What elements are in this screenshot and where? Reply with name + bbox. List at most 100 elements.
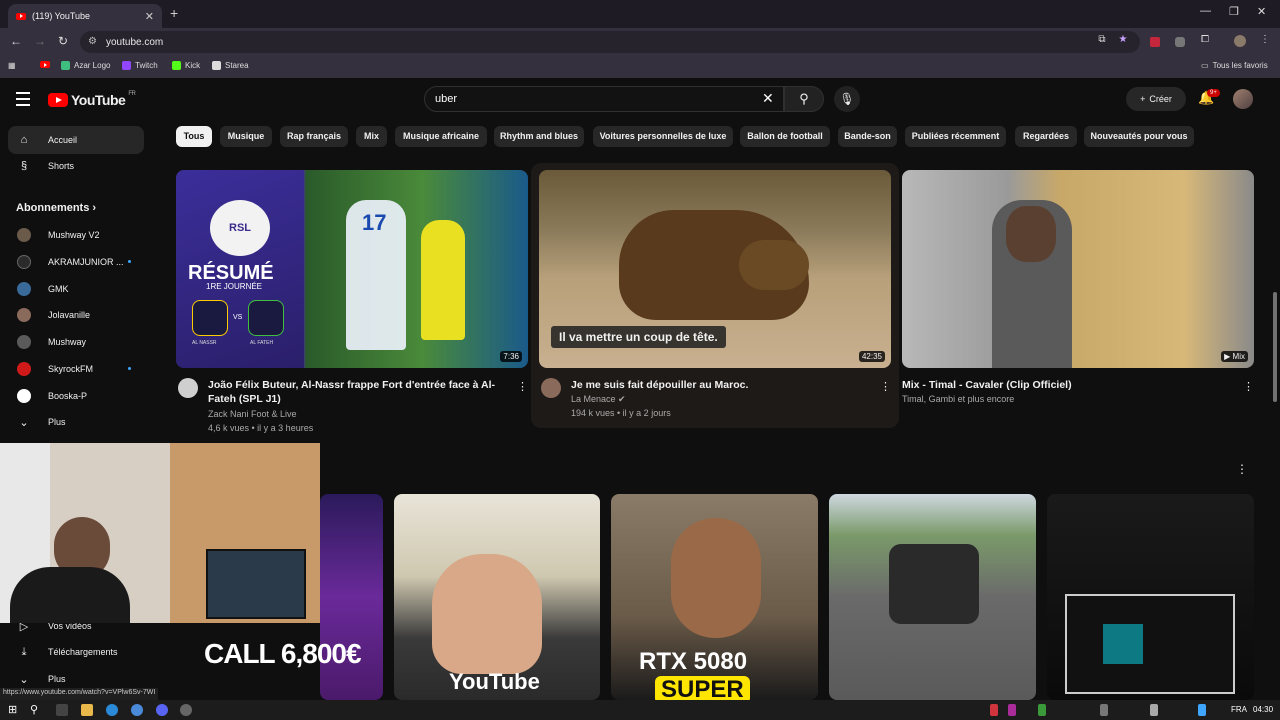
chip[interactable]: Musique africaine — [395, 126, 487, 147]
search-input[interactable]: uber — [424, 86, 784, 112]
tray-icon[interactable] — [1008, 704, 1016, 716]
sidebar-item-more[interactable]: ⌄ Plus — [8, 408, 144, 436]
sidebar-label: SkyrockFM — [48, 364, 93, 374]
short-thumbnail[interactable] — [829, 494, 1036, 700]
scrollbar-thumb[interactable] — [1273, 292, 1277, 402]
sidebar-item-home[interactable]: ⌂ Accueil — [8, 126, 144, 154]
install-app-icon[interactable]: ⧉ — [1095, 34, 1109, 48]
discord-icon[interactable] — [156, 704, 168, 716]
sidebar-item-subscription[interactable]: Mushway — [8, 328, 144, 356]
bluetooth-icon[interactable] — [1198, 704, 1206, 716]
bookmark-starea[interactable]: Starea — [212, 61, 249, 70]
star-icon[interactable]: ★ — [1116, 34, 1130, 48]
extension-icon-2[interactable] — [1175, 37, 1185, 47]
sidebar-item-subscription[interactable]: Jolavanille — [8, 301, 144, 329]
forward-icon[interactable]: → — [34, 34, 46, 48]
sidebar-item-downloads[interactable]: ⤓ Téléchargements — [8, 638, 144, 666]
bookmark-azar[interactable]: Azar Logo — [61, 61, 110, 70]
close-window-icon[interactable]: ✕ — [1257, 5, 1266, 18]
tray-icon[interactable] — [1038, 704, 1046, 716]
channel-name[interactable]: Zack Nani Foot & Live — [208, 407, 297, 421]
chip[interactable]: Nouveautés pour vous — [1084, 126, 1194, 147]
short-thumbnail[interactable]: RTX 5080 SUPER — [611, 494, 818, 700]
channel-name[interactable]: Timal, Gambi et plus encore — [902, 392, 1014, 406]
browser-tab-bar: (119) YouTube ✕ + — ❐ ✕ — [0, 0, 1280, 28]
new-tab-button[interactable]: + — [170, 5, 178, 21]
chip[interactable]: Bande-son — [838, 126, 897, 147]
reload-icon[interactable]: ↻ — [58, 34, 68, 48]
address-bar[interactable]: ⚙ youtube.com — [80, 31, 1140, 53]
youtube-logo[interactable]: YouTube FR — [48, 91, 136, 108]
sidebar-item-subscription[interactable]: Booska-P — [8, 382, 144, 410]
mic-icon[interactable]: 🎙 — [834, 86, 860, 112]
apps-grid-icon[interactable]: ▦ — [8, 61, 16, 70]
video-title[interactable]: Mix - Timal - Cavaler (Clip Officiel) — [902, 378, 1232, 392]
chip[interactable]: Musique — [220, 126, 272, 147]
windows-start-icon[interactable]: ⊞ — [8, 703, 20, 716]
create-button[interactable]: + Créer — [1126, 87, 1186, 111]
kebab-icon[interactable]: ⋮ — [1243, 380, 1254, 393]
clock[interactable]: 04:30 — [1253, 705, 1273, 714]
channel-avatar[interactable] — [178, 378, 198, 398]
minimize-icon[interactable]: — — [1200, 5, 1211, 17]
person-head — [1006, 206, 1056, 262]
short-thumbnail[interactable] — [1047, 494, 1254, 700]
sidebar-item-shorts[interactable]: § Shorts — [8, 152, 144, 180]
browser-menu-icon[interactable]: ⋮ — [1258, 34, 1272, 48]
chip[interactable]: Rhythm and blues — [494, 126, 584, 147]
video-thumbnail[interactable]: Il va mettre un coup de tête. 42:35 — [539, 170, 891, 368]
search-button[interactable]: ⚲ — [784, 86, 824, 112]
chip[interactable]: Ballon de football — [740, 126, 830, 147]
tray-icon[interactable] — [1150, 704, 1158, 716]
search-icon[interactable]: ⚲ — [30, 703, 42, 716]
subscriptions-header[interactable]: Abonnements › — [16, 202, 96, 214]
profile-avatar[interactable] — [1234, 35, 1246, 47]
laptop-screen — [206, 549, 306, 619]
channel-name-row[interactable]: La Menace ✔ — [571, 392, 626, 406]
channel-avatar[interactable] — [541, 378, 561, 398]
sidebar-item-subscription[interactable]: GMK — [8, 275, 144, 303]
chip[interactable]: Regardées — [1015, 126, 1077, 147]
sidebar-item-subscription[interactable]: Mushway V2 — [8, 221, 144, 249]
restore-icon[interactable]: ❐ — [1229, 5, 1239, 18]
menu-icon[interactable] — [16, 92, 30, 110]
back-icon[interactable]: ← — [10, 34, 22, 48]
obs-icon[interactable] — [180, 704, 192, 716]
close-tab-icon[interactable]: ✕ — [145, 10, 154, 23]
all-bookmarks[interactable]: ▭ Tous les favoris — [1201, 61, 1268, 70]
video-title[interactable]: Je me suis fait dépouiller au Maroc. — [571, 378, 876, 392]
taskview-icon[interactable] — [56, 704, 68, 716]
tray-icon[interactable] — [990, 704, 998, 716]
video-title[interactable]: João Félix Buteur, Al-Nassr frappe Fort … — [208, 378, 513, 406]
scrollbar[interactable] — [1270, 122, 1280, 700]
chip[interactable]: Publiées récemment — [905, 126, 1006, 147]
close-icon[interactable]: ✕ — [762, 90, 774, 107]
bookmark-kick[interactable]: Kick — [172, 61, 200, 70]
extensions-puzzle-icon[interactable]: ⧠ — [1198, 34, 1212, 48]
bookmark-youtube[interactable] — [40, 61, 50, 68]
chip[interactable]: Mix — [356, 126, 387, 147]
chip-all[interactable]: Tous — [176, 126, 212, 147]
chrome-icon[interactable] — [131, 704, 143, 716]
sidebar-item-subscription[interactable]: SkyrockFM — [8, 355, 144, 383]
input-language[interactable]: FRA — [1231, 705, 1247, 714]
file-explorer-icon[interactable] — [81, 704, 93, 716]
video-thumbnail[interactable]: RSL RÉSUMÉ 1RE JOURNÉE VS AL NASSR AL FA… — [176, 170, 528, 368]
video-thumbnail[interactable]: ▶ Mix — [902, 170, 1254, 368]
kebab-icon[interactable]: ⋮ — [517, 380, 528, 393]
sidebar-item-subscription[interactable]: AKRAMJUNIOR ... — [8, 248, 144, 276]
channel-avatar — [17, 228, 31, 242]
extension-icon[interactable] — [1150, 37, 1160, 47]
browser-tab[interactable]: (119) YouTube ✕ — [8, 4, 162, 28]
chip[interactable]: Voitures personnelles de luxe — [593, 126, 733, 147]
twitch-icon — [122, 61, 131, 70]
chip[interactable]: Rap français — [280, 126, 348, 147]
kebab-icon[interactable]: ⋮ — [1236, 462, 1248, 476]
avatar[interactable] — [1233, 89, 1253, 109]
site-info-icon[interactable]: ⚙ — [88, 36, 97, 47]
kebab-icon[interactable]: ⋮ — [880, 380, 891, 393]
edge-icon[interactable] — [106, 704, 118, 716]
bookmark-twitch[interactable]: Twitch — [122, 61, 158, 70]
short-thumbnail[interactable]: YouTube — [394, 494, 600, 700]
tray-icon[interactable] — [1100, 704, 1108, 716]
